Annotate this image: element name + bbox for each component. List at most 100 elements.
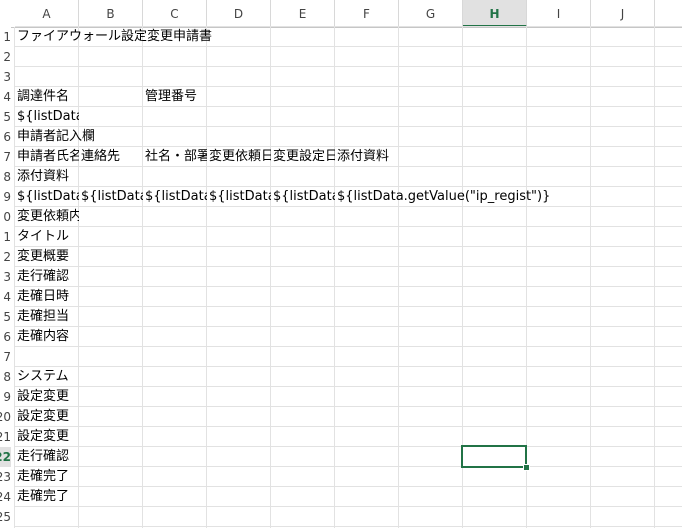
cell-a22[interactable]: 走行確認 <box>15 447 79 467</box>
grid-hline <box>15 526 682 527</box>
cell-a18[interactable]: システム <box>15 367 79 387</box>
row-header-11[interactable]: 1 <box>0 227 11 247</box>
grid-hline <box>15 426 682 427</box>
cell-a14[interactable]: 走確日時 <box>15 287 79 307</box>
cell-a9[interactable]: ${listData.getValue("name")} <box>15 187 79 207</box>
grid-hline <box>15 246 682 247</box>
cell-a23[interactable]: 走確完了 <box>15 467 79 487</box>
column-header-overflow <box>655 0 682 27</box>
cell-b7[interactable]: 連絡先 <box>79 147 143 167</box>
grid-hline <box>15 106 682 107</box>
cell-a10[interactable]: 変更依頼内容 <box>15 207 79 227</box>
column-header-c[interactable]: C <box>143 0 207 27</box>
row-header-8[interactable]: 8 <box>0 167 11 187</box>
grid-hline <box>15 346 682 347</box>
cell-e9[interactable]: ${listData.getValue("set_date")} <box>271 187 335 207</box>
row-header-19[interactable]: 9 <box>0 387 11 407</box>
row-header-25[interactable]: 25 <box>0 507 11 527</box>
row-header-2[interactable]: 2 <box>0 47 11 67</box>
grid-hline <box>15 306 682 307</box>
cell-d9[interactable]: ${listData.getValue("req_date")} <box>207 187 271 207</box>
grid-vline <box>654 27 655 528</box>
row-header-9[interactable]: 9 <box>0 187 11 207</box>
row-header-21[interactable]: 21 <box>0 427 11 447</box>
column-header-h[interactable]: H <box>463 0 527 27</box>
column-header-a[interactable]: A <box>15 0 79 27</box>
row-header-4[interactable]: 4 <box>0 87 11 107</box>
grid-hline <box>15 466 682 467</box>
cell-a19[interactable]: 設定変更 <box>15 387 79 407</box>
row-header-10[interactable]: 0 <box>0 207 11 227</box>
cell-a15[interactable]: 走確担当 <box>15 307 79 327</box>
row-header-3[interactable]: 3 <box>0 67 11 87</box>
cell-c7[interactable]: 社名・部署 <box>143 147 207 167</box>
row-header-18[interactable]: 8 <box>0 367 11 387</box>
row-header-14[interactable]: 4 <box>0 287 11 307</box>
cell-a13[interactable]: 走行確認 <box>15 267 79 287</box>
grid-vline <box>270 27 271 528</box>
grid-hline <box>15 406 682 407</box>
cell-a12[interactable]: 変更概要 <box>15 247 79 267</box>
row-header-12[interactable]: 2 <box>0 247 11 267</box>
cell-f7[interactable]: 添付資料 <box>335 147 399 167</box>
column-header-b[interactable]: B <box>79 0 143 27</box>
cell-e7[interactable]: 変更設定日 <box>271 147 335 167</box>
cell-a5[interactable]: ${listData.getValue("title")} <box>15 107 79 127</box>
grid-hline <box>15 226 682 227</box>
cell-a1[interactable]: ファイアウォール設定変更申請書 <box>15 27 212 47</box>
cell-a6[interactable]: 申請者記入欄 <box>15 127 95 147</box>
cell-c9[interactable]: ${listData.getValue("dept")} <box>143 187 207 207</box>
active-cell-outline[interactable] <box>461 445 527 468</box>
grid-vline <box>398 27 399 528</box>
row-header-23[interactable]: 23 <box>0 467 11 487</box>
cell-a7[interactable]: 申請者氏名 <box>15 147 79 167</box>
grid-hline <box>15 446 682 447</box>
cell-a4[interactable]: 調達件名 <box>15 87 79 107</box>
grid-hline <box>15 46 682 47</box>
row-header-13[interactable]: 3 <box>0 267 11 287</box>
grid-vline <box>590 27 591 528</box>
row-header-15[interactable]: 5 <box>0 307 11 327</box>
cell-a21[interactable]: 設定変更 <box>15 427 79 447</box>
grid-hline <box>15 386 682 387</box>
row-header-24[interactable]: 24 <box>0 487 11 507</box>
grid-hline <box>15 266 682 267</box>
column-header-j[interactable]: J <box>591 0 655 27</box>
cell-d7[interactable]: 変更依頼日 <box>207 147 271 167</box>
row-header-16[interactable]: 6 <box>0 327 11 347</box>
row-header-6[interactable]: 6 <box>0 127 11 147</box>
grid-hline <box>15 86 682 87</box>
column-header-g[interactable]: G <box>399 0 463 27</box>
row-header-5[interactable]: 5 <box>0 107 11 127</box>
cell-a16[interactable]: 走確内容 <box>15 327 79 347</box>
grid-hline <box>15 26 682 27</box>
row-header-20[interactable]: 20 <box>0 407 11 427</box>
column-header-bar: ABCDEFGHIJ <box>0 0 682 28</box>
cell-a11[interactable]: タイトル <box>15 227 79 247</box>
grid-hline <box>15 286 682 287</box>
cell-a8[interactable]: 添付資料 <box>15 167 79 187</box>
row-header-7[interactable]: 7 <box>0 147 11 167</box>
cell-a24[interactable]: 走確完了 <box>15 487 79 507</box>
row-header-bar: 1234567890123456789202122232425 <box>0 27 11 528</box>
row-header-22[interactable]: 22 <box>0 447 11 467</box>
row-header-17[interactable]: 7 <box>0 347 11 367</box>
row-header-1[interactable]: 1 <box>0 27 11 47</box>
column-header-d[interactable]: D <box>207 0 271 27</box>
cell-f9[interactable]: ${listData.getValue("ip_regist")} <box>335 187 550 207</box>
spreadsheet: ABCDEFGHIJ 12345678901234567892021222324… <box>0 0 682 528</box>
grid-hline <box>15 326 682 327</box>
cell-a20[interactable]: 設定変更 <box>15 407 79 427</box>
grid-vline <box>334 27 335 528</box>
fill-handle[interactable] <box>523 464 530 471</box>
cell-b9[interactable]: ${listData.getValue("tel")} <box>79 187 143 207</box>
grid-hline <box>15 506 682 507</box>
column-header-f[interactable]: F <box>335 0 399 27</box>
column-header-e[interactable]: E <box>271 0 335 27</box>
grid-hline <box>15 486 682 487</box>
grid-hline <box>15 126 682 127</box>
cell-grid[interactable]: ファイアウォール設定変更申請書調達件名 管理番号 ${listData.getVal… <box>14 26 682 528</box>
cell-c4[interactable]: 管理番号 <box>143 87 207 107</box>
column-header-i[interactable]: I <box>527 0 591 27</box>
grid-hline <box>15 66 682 67</box>
